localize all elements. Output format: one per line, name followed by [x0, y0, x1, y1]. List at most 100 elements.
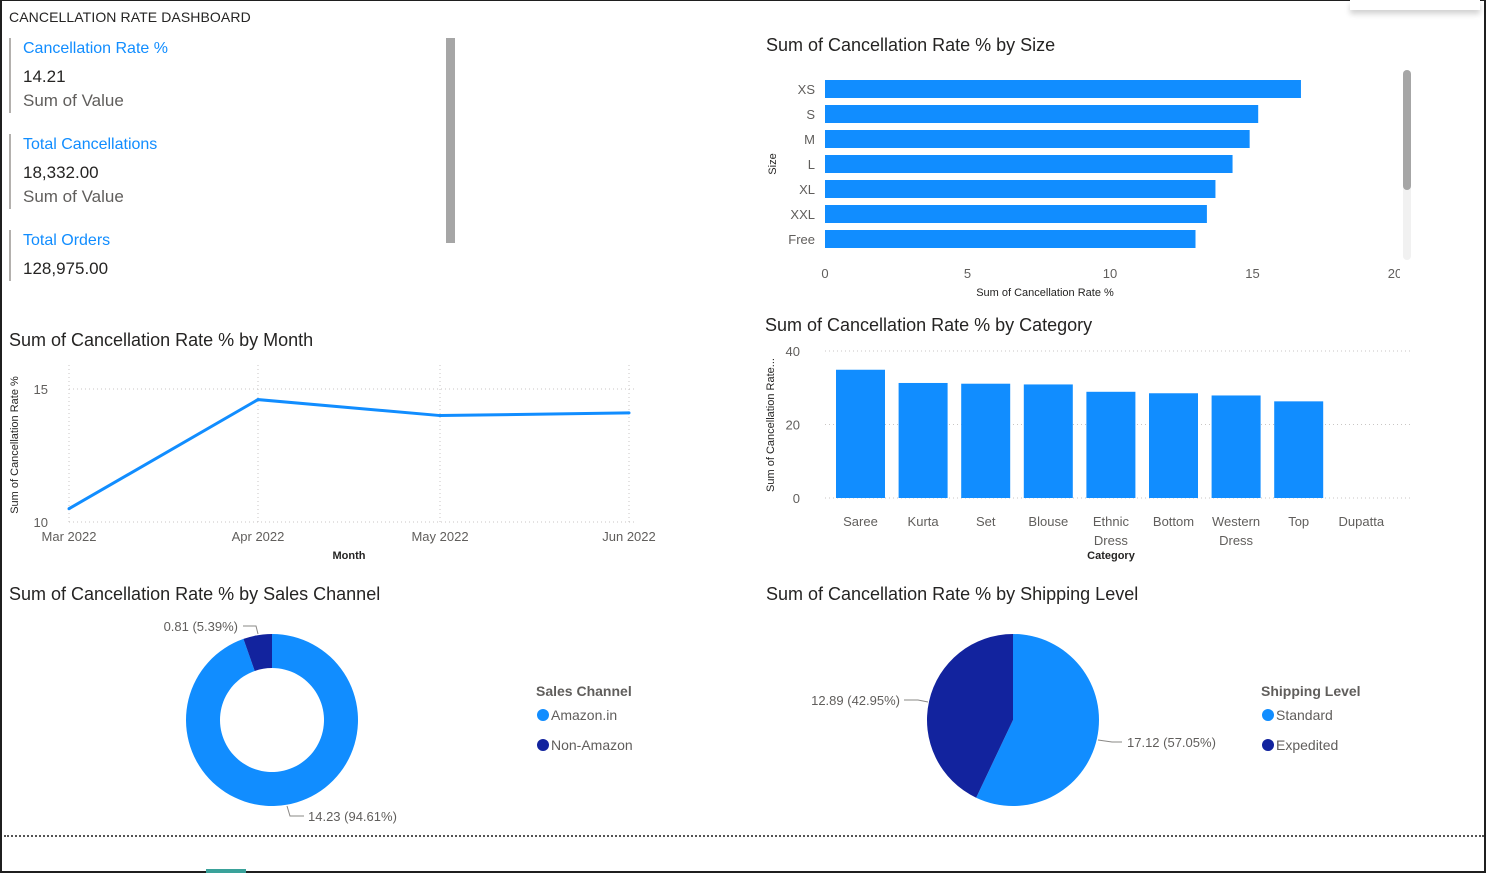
sales-channel-legend-title: Sales Channel — [536, 683, 632, 699]
slice-data-label: 14.23 (94.61%) — [308, 809, 397, 824]
category-y-tick: 20 — [786, 418, 800, 433]
size-bar-chart[interactable]: XS SML XL XXL Free 0 5 10 15 20 Sum of Cancellatio… — [760, 68, 1400, 303]
window-left-border — [0, 0, 2, 873]
category-bar[interactable] — [1086, 391, 1136, 498]
size-x-tick: 5 — [964, 266, 971, 281]
category-x-tick: Saree — [843, 514, 878, 529]
month-x-tick: Jun 2022 — [602, 529, 656, 544]
category-x-tick: Western Dress — [1212, 514, 1260, 548]
size-bar[interactable] — [825, 230, 1196, 248]
size-x-tick: 20 — [1388, 266, 1400, 281]
category-y-tick: 40 — [786, 344, 800, 359]
size-bar[interactable] — [825, 105, 1259, 123]
category-x-tick: Kurta — [908, 514, 940, 529]
page-tab-indicator — [206, 869, 246, 873]
legend-item-standard[interactable]: Standard — [1262, 707, 1333, 723]
size-y-axis-title: Size — [767, 153, 779, 174]
month-line-chart[interactable]: 10 15 Mar 2022 Apr 2022 May 2022 Jun 2022 Mont… — [4, 355, 664, 570]
size-bar[interactable] — [825, 80, 1301, 98]
category-bar[interactable] — [1274, 401, 1324, 498]
sales-channel-donut-chart[interactable]: 0.81 (5.39%) 14.23 (94.61%) — [100, 610, 440, 830]
category-x-tick: Dupatta — [1339, 514, 1385, 529]
legend-item-expedited[interactable]: Expedited — [1262, 737, 1338, 753]
month-x-tick: May 2022 — [411, 529, 468, 544]
kpi-label: Cancellation Rate % — [23, 40, 168, 57]
legend-label: Non-Amazon — [551, 737, 633, 753]
shipping-level-pie-chart[interactable]: 12.89 (42.95%) 17.12 (57.05%) — [800, 610, 1240, 830]
kpi-value: 14.21 — [23, 67, 66, 86]
size-tick-label: L — [808, 157, 815, 172]
month-y-tick: 15 — [34, 382, 48, 397]
size-bar[interactable] — [825, 130, 1250, 148]
legend-item-non-amazon[interactable]: Non-Amazon — [537, 737, 633, 753]
category-y-tick: 0 — [793, 491, 800, 506]
legend-label: Amazon.in — [551, 707, 618, 723]
kpi-card-total-orders[interactable]: Total Orders 128,975.00 — [9, 230, 423, 281]
month-x-tick: Apr 2022 — [232, 529, 285, 544]
size-tick-label: Free — [788, 232, 815, 247]
category-x-tick: Ethnic Dress — [1093, 514, 1130, 548]
month-y-tick: 10 — [34, 515, 48, 530]
month-data-point — [256, 398, 260, 402]
window-top-border — [0, 0, 1486, 1]
month-data-point — [67, 507, 71, 511]
category-column-chart[interactable]: 0 20 40 Saree Kurta Set Blouse Ethnic Dress Botto… — [760, 340, 1420, 570]
category-chart-title: Sum of Cancellation Rate % by Category — [765, 315, 1093, 335]
category-bar[interactable] — [961, 383, 1011, 498]
legend-dot-icon — [1262, 709, 1274, 721]
cards-scrollbar[interactable] — [446, 38, 455, 243]
page-divider — [4, 835, 1484, 837]
visual-header-shadow — [1350, 0, 1480, 10]
kpi-label: Total Cancellations — [23, 136, 158, 153]
slice-leader-line — [1097, 739, 1122, 743]
category-bar[interactable] — [836, 369, 885, 498]
category-x-tick: Top — [1288, 514, 1309, 529]
month-series-line — [68, 398, 630, 510]
legend-label: Expedited — [1276, 737, 1339, 753]
month-chart-title: Sum of Cancellation Rate % by Month — [9, 330, 314, 350]
category-x-tick: Blouse — [1028, 514, 1068, 529]
kpi-card-total-cancellations[interactable]: Total Cancellations 18,332.00 Sum of Val… — [9, 134, 423, 209]
category-y-axis-title: Sum of Cancellation Rate... — [765, 358, 777, 492]
kpi-label: Total Orders — [23, 232, 111, 249]
size-tick-label: S — [806, 107, 815, 122]
legend-dot-icon — [537, 739, 549, 751]
category-bar[interactable] — [1149, 393, 1198, 498]
size-x-tick: 15 — [1245, 266, 1259, 281]
month-data-point — [627, 411, 631, 415]
size-bar[interactable] — [825, 180, 1216, 198]
slice-leader-line — [243, 625, 259, 635]
slice-data-label: 0.81 (5.39%) — [164, 619, 238, 634]
kpi-subtitle: Sum of Value — [23, 91, 124, 110]
month-y-axis-title: Sum of Cancellation Rate % — [9, 376, 21, 514]
shipping-level-legend-title: Shipping Level — [1261, 683, 1361, 699]
category-bar[interactable] — [1023, 384, 1073, 498]
size-chart-title: Sum of Cancellation Rate % by Size — [766, 35, 1056, 55]
kpi-subtitle: Sum of Value — [23, 187, 124, 206]
legend-item-amazon[interactable]: Amazon.in — [537, 707, 617, 723]
kpi-value: 128,975.00 — [23, 259, 109, 278]
size-tick-label: M — [804, 132, 815, 147]
sales-channel-chart-title: Sum of Cancellation Rate % by Sales Chan… — [9, 584, 381, 604]
size-tick-label: XS — [798, 82, 816, 97]
legend-dot-icon — [537, 709, 549, 721]
size-x-axis-title: Sum of Cancellation Rate % — [976, 287, 1114, 299]
slice-data-label: 12.89 (42.95%) — [811, 693, 900, 708]
size-bar[interactable] — [825, 155, 1233, 173]
category-bar[interactable] — [1211, 395, 1261, 498]
dashboard-title: CANCELLATION RATE DASHBOARD — [9, 9, 251, 25]
category-bar[interactable] — [898, 382, 948, 498]
month-data-point — [438, 414, 442, 418]
size-bar[interactable] — [825, 205, 1207, 223]
kpi-value: 18,332.00 — [23, 163, 99, 182]
kpi-card-cancellation-rate[interactable]: Cancellation Rate % 14.21 Sum of Value — [9, 38, 423, 113]
category-x-axis-title: Category — [1087, 550, 1136, 562]
size-x-tick: 10 — [1103, 266, 1117, 281]
legend-dot-icon — [1262, 739, 1274, 751]
month-x-tick: Mar 2022 — [42, 529, 97, 544]
size-tick-label: XXL — [790, 207, 815, 222]
slice-leader-line — [286, 805, 304, 817]
size-x-tick: 0 — [821, 266, 828, 281]
slice-data-label: 17.12 (57.05%) — [1127, 735, 1216, 750]
size-chart-scrollbar[interactable] — [1403, 70, 1411, 190]
